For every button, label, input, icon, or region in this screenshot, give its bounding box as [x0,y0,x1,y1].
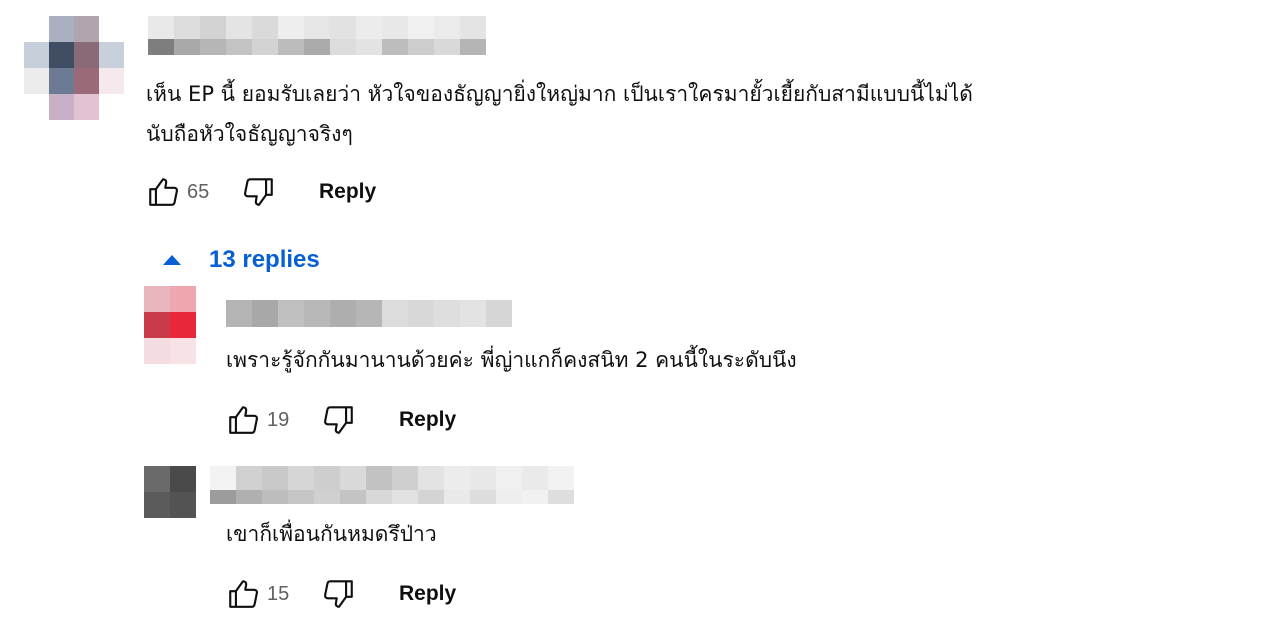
dislike-button[interactable] [239,172,279,212]
like-button[interactable] [143,172,183,212]
thumbs-up-icon [149,178,178,206]
comment-action-bar: 65 Reply [143,172,376,212]
replies-toggle-button[interactable]: 13 replies [160,240,320,280]
caret-up-icon [163,255,181,265]
reply-button[interactable]: Reply [399,408,456,432]
reply-text: เพราะรู้จักกันมานานด้วยค่ะ พี่ญ่าแกก็คงส… [226,348,797,372]
author-name-blurred[interactable] [148,16,486,55]
avatar[interactable] [24,16,124,120]
comment-text-line-2: นับถือหัวใจธัญญาจริงๆ [146,122,353,146]
reply-author-name-blurred[interactable] [210,466,574,504]
reply-text: เขาก็เพื่อนกันหมดรึป่าว [226,522,437,546]
thumbs-down-icon [244,178,273,206]
reply-action-bar: 19 Reply [223,400,456,440]
comment-text-line-1: เห็น EP นี้ ยอมรับเลยว่า หัวใจของธัญญายิ… [146,82,973,106]
thumbs-up-icon [229,580,258,608]
dislike-button[interactable] [319,400,359,440]
reply-action-bar: 15 Reply [223,574,456,614]
comment-thread: เห็น EP นี้ ยอมรับเลยว่า หัวใจของธัญญายิ… [0,0,1280,634]
thumbs-down-icon [324,406,353,434]
reply-avatar[interactable] [144,286,196,364]
like-count: 65 [187,180,210,203]
like-button[interactable] [223,574,263,614]
like-count: 15 [267,582,290,605]
dislike-button[interactable] [319,574,359,614]
thumbs-down-icon [324,580,353,608]
like-button[interactable] [223,400,263,440]
replies-count-label: 13 replies [209,246,320,273]
reply-avatar[interactable] [144,466,196,518]
reply-button[interactable]: Reply [399,582,456,606]
reply-button[interactable]: Reply [319,180,376,204]
like-count: 19 [267,408,290,431]
thumbs-up-icon [229,406,258,434]
reply-author-name-blurred[interactable] [226,300,512,327]
